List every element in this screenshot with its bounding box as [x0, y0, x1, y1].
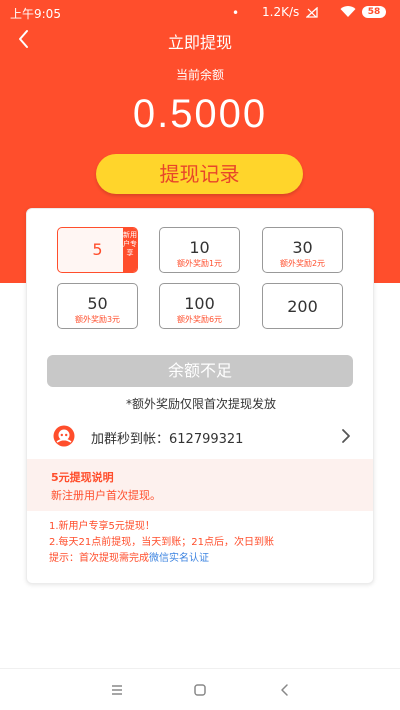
page-title: 立即提现 — [167, 33, 232, 52]
amount-option-10[interactable]: 10 额外奖励1元 — [159, 227, 240, 273]
amount-option-200[interactable]: 200 — [262, 283, 343, 329]
muted-signal-icon — [306, 7, 318, 18]
rule-line-3: 提示：首次提现需完成微信实名认证 — [49, 551, 274, 567]
wifi-icon — [340, 6, 356, 18]
bonus-label: 额外奖励2元 — [279, 259, 326, 268]
bonus-label: 额外奖励1元 — [176, 259, 223, 268]
home-icon[interactable] — [191, 681, 209, 699]
withdraw-rules: 1.新用户专享5元提现！ 2.每天21点前提现，当天到账；21点后，次日到账 提… — [49, 519, 274, 567]
rule-line-1: 1.新用户专享5元提现！ — [49, 521, 155, 532]
battery-icon: 58 — [362, 6, 386, 18]
amount-option-5[interactable]: 5 新用户专享 — [57, 227, 138, 273]
explain-box: 5元提现说明 新注册用户首次提现。 — [27, 459, 373, 511]
amount-option-30[interactable]: 30 额外奖励2元 — [262, 227, 343, 273]
explain-title: 5元提现说明 — [51, 471, 114, 484]
new-user-tag: 新用户专享 — [123, 228, 137, 272]
amount-value: 100 — [184, 294, 215, 313]
amount-value: 50 — [87, 294, 108, 313]
wechat-verify-link[interactable]: 微信实名认证 — [149, 553, 209, 564]
withdraw-card: 5 新用户专享 10 额外奖励1元 30 额外奖励2元 50 额外奖励3元 10… — [26, 208, 374, 584]
status-dot: • — [232, 6, 240, 20]
amount-value: 10 — [189, 238, 210, 257]
explain-description: 新注册用户首次提现。 — [51, 489, 161, 502]
bonus-note: *额外奖励仅限首次提现发放 — [125, 397, 276, 411]
back-icon[interactable] — [276, 681, 294, 699]
network-speed: 1.2K/s — [262, 5, 300, 19]
bonus-label: 额外奖励6元 — [176, 315, 223, 324]
navbar: 立即提现 — [0, 24, 400, 54]
system-nav-bar — [0, 668, 400, 710]
insufficient-balance-button[interactable]: 余额不足 — [47, 355, 353, 387]
amount-value: 30 — [292, 238, 313, 257]
rule-hint: 提示：首次提现需完成 — [49, 553, 149, 564]
menu-icon[interactable] — [108, 681, 126, 699]
status-time: 上午9:05 — [10, 7, 61, 21]
join-group-label: 加群秒到帐：612799321 — [91, 432, 244, 447]
amount-value: 200 — [287, 297, 318, 316]
balance-label: 当前余额 — [175, 68, 224, 82]
join-group-row[interactable]: 加群秒到帐：612799321 — [27, 421, 375, 451]
amount-option-50[interactable]: 50 额外奖励3元 — [57, 283, 138, 329]
chevron-right-icon — [342, 429, 350, 443]
status-bar: 上午9:05 • 1.2K/s 58 — [0, 0, 400, 24]
balance-value: 0.5000 — [132, 92, 268, 136]
amount-option-100[interactable]: 100 额外奖励6元 — [159, 283, 240, 329]
rule-line-2: 2.每天21点前提现，当天到账；21点后，次日到账 — [49, 537, 274, 548]
withdraw-record-button[interactable]: 提现记录 — [96, 154, 303, 194]
group-avatar-icon — [53, 425, 75, 447]
bonus-label: 额外奖励3元 — [74, 315, 121, 324]
